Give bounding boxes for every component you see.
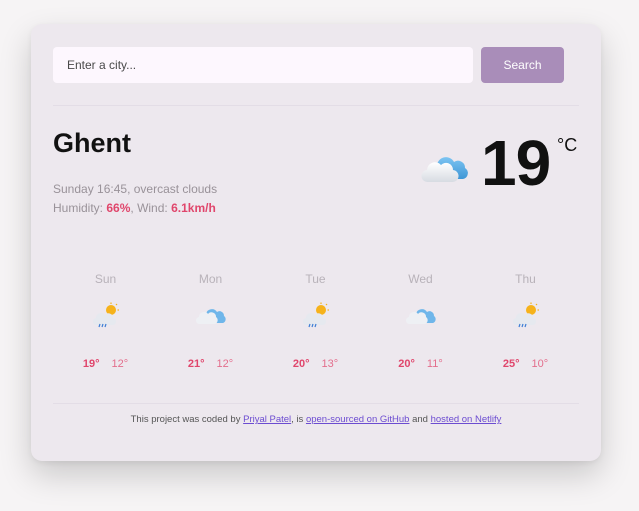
humidity-wind: Humidity: 66%, Wind: 6.1km/h bbox=[53, 201, 216, 215]
footer: This project was coded by Priyal Patel, … bbox=[31, 414, 601, 425]
humidity-label: Humidity: bbox=[53, 201, 104, 215]
weather-details: Sunday 16:45, overcast clouds Humidity: … bbox=[53, 180, 217, 218]
divider bbox=[53, 403, 579, 404]
forecast-temps: 20° 13° bbox=[263, 357, 368, 371]
forecast-day: Sun 19° 12° bbox=[53, 271, 158, 371]
forecast-high: 25° bbox=[502, 358, 520, 370]
light-rain-icon bbox=[92, 302, 119, 328]
temperature-unit[interactable]: °C bbox=[557, 136, 577, 154]
overcast-clouds-icon bbox=[421, 157, 468, 183]
forecast-low: 12° bbox=[216, 358, 234, 370]
forecast-day: Wed 20° 11° bbox=[368, 271, 473, 371]
forecast-temps: 21° 12° bbox=[158, 357, 263, 371]
footer-text: , is bbox=[291, 414, 304, 425]
netlify-link[interactable]: hosted on Netlify bbox=[431, 414, 502, 425]
current-temperature: 19 bbox=[481, 127, 551, 199]
github-link[interactable]: open-sourced on GitHub bbox=[306, 414, 410, 425]
forecast-day-name: Sun bbox=[94, 272, 117, 286]
forecast-day: Thu 25° 10° bbox=[473, 271, 578, 371]
forecast-low: 13° bbox=[321, 358, 339, 370]
light-rain-icon bbox=[302, 302, 329, 328]
forecast-temps: 19° 12° bbox=[53, 357, 158, 371]
datetime: Sunday 16:45 bbox=[53, 182, 128, 196]
forecast-low: 11° bbox=[426, 358, 443, 370]
overcast-clouds-icon bbox=[195, 309, 226, 325]
forecast-day-name: Wed bbox=[408, 272, 433, 286]
forecast-day: Tue 20° 13° bbox=[263, 271, 368, 371]
light-rain-icon bbox=[512, 302, 539, 328]
forecast-high: 20° bbox=[292, 358, 310, 370]
overcast-clouds-icon bbox=[405, 309, 436, 325]
footer-text: This project was coded by bbox=[130, 414, 241, 425]
forecast-temps: 20° 11° bbox=[368, 357, 473, 371]
forecast-day-name: Tue bbox=[305, 272, 326, 286]
datetime-description: Sunday 16:45, overcast clouds bbox=[53, 182, 218, 196]
wind-value: 6.1km/h bbox=[171, 201, 216, 215]
forecast-day: Mon 21° 12° bbox=[158, 271, 263, 371]
city-search-input[interactable] bbox=[53, 47, 473, 83]
city-name: Ghent bbox=[53, 128, 131, 158]
search-button[interactable]: Search bbox=[481, 47, 564, 83]
divider bbox=[53, 105, 579, 106]
weather-card: Search Ghent Sunday 16:45, overcast clou… bbox=[31, 24, 601, 461]
weather-description: overcast clouds bbox=[133, 182, 218, 196]
humidity-value: 66% bbox=[106, 201, 131, 215]
forecast-high: 19° bbox=[82, 358, 100, 370]
forecast-low: 10° bbox=[531, 358, 549, 370]
forecast-day-name: Mon bbox=[198, 272, 223, 286]
search-form: Search bbox=[53, 47, 564, 83]
forecast-low: 12° bbox=[111, 358, 129, 370]
forecast-temps: 25° 10° bbox=[473, 357, 578, 371]
forecast-day-name: Thu bbox=[515, 272, 536, 286]
forecast-high: 21° bbox=[187, 358, 205, 370]
wind-label: Wind: bbox=[137, 201, 168, 215]
forecast: Sun 19° 12° Mon 21° 12° Tue 20° 13° Wed … bbox=[53, 271, 579, 391]
footer-text: and bbox=[412, 414, 428, 425]
author-link[interactable]: Priyal Patel bbox=[243, 414, 291, 425]
forecast-high: 20° bbox=[398, 358, 415, 370]
